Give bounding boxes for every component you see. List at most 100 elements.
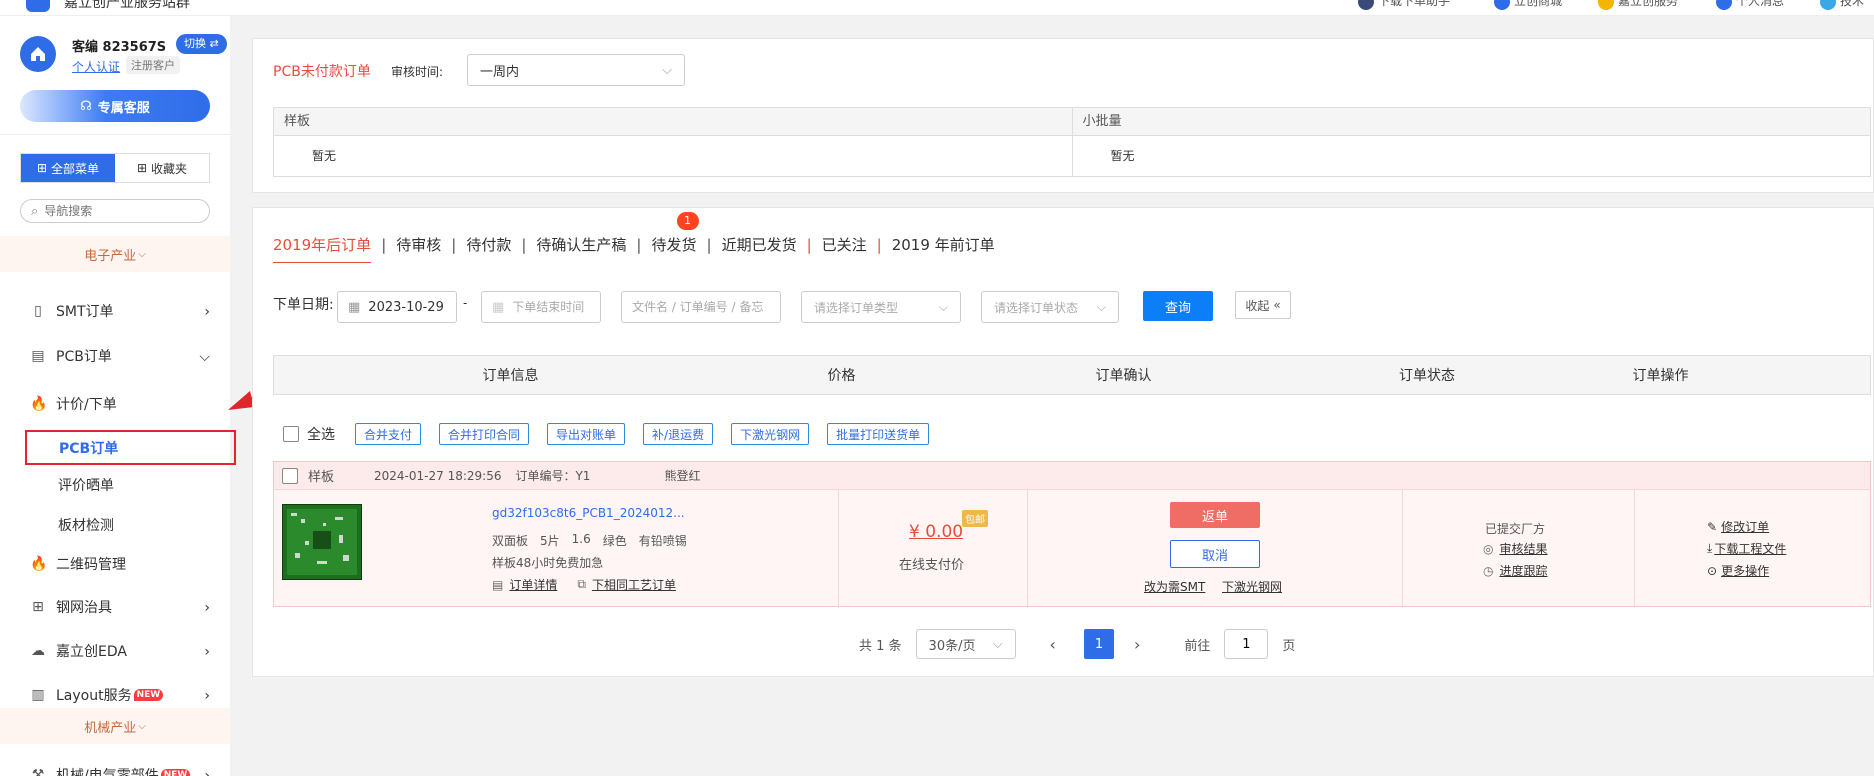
tab-before-2019[interactable]: 2019 年前订单 xyxy=(882,234,1005,255)
topnav-service[interactable]: 嘉立创服务 xyxy=(1598,0,1678,10)
edit-icon: ✎ xyxy=(1707,519,1718,534)
batch-print-delivery-button[interactable]: 批量打印送货单 xyxy=(827,423,930,445)
goto-page-input[interactable] xyxy=(1224,629,1269,659)
change-to-smt-link[interactable]: 改为需SMT xyxy=(1144,578,1205,595)
sidebar-item-layout[interactable]: ▥ Layout服务 NEW › xyxy=(0,678,230,712)
shipping-fee-button[interactable]: 补/退运费 xyxy=(643,423,714,445)
unpaid-orders-panel: PCB未付款订单 审核时间: 一周内 ⌵ 样板 暂无 小批量 暂无 xyxy=(252,38,1874,193)
cloud-icon: ☁ xyxy=(31,643,45,659)
nav-search-input[interactable] xyxy=(44,204,195,218)
more-operations-link[interactable]: 更多操作 xyxy=(1721,562,1769,579)
tab-pending-ship[interactable]: 待发货 1 xyxy=(641,212,706,255)
sidebar-item-pcb[interactable]: ▤ PCB订单 ⌵ xyxy=(0,339,230,373)
col-price: 价格 xyxy=(827,368,856,384)
tab-favorites[interactable]: ⊞ 收藏夹 xyxy=(115,154,209,182)
brand-logo-icon[interactable] xyxy=(26,0,50,12)
progress-tracking-link[interactable]: 进度跟踪 xyxy=(1499,562,1547,579)
sidebar-item-review[interactable]: 评价晒单 xyxy=(58,471,114,499)
keyword-field[interactable] xyxy=(621,291,781,323)
same-process-order-link[interactable]: 下相同工艺订单 xyxy=(592,576,676,593)
keyword-input[interactable] xyxy=(632,299,770,315)
audit-result-link[interactable]: 审核结果 xyxy=(1499,540,1547,557)
brand-name[interactable]: 嘉立创产业服务站群 xyxy=(64,0,190,12)
pending-ship-badge: 1 xyxy=(676,212,699,230)
order-type-select[interactable]: 请选择订单类型 ⌵ xyxy=(801,291,961,323)
start-date-input[interactable] xyxy=(368,299,446,315)
sidebar-item-stencil[interactable]: ⊞ 钢网治具 › xyxy=(0,590,230,624)
chevron-down-icon: ⌵ xyxy=(138,248,146,260)
tab-after-2019[interactable]: 2019年后订单 xyxy=(273,234,381,263)
sidebar-item-board-test[interactable]: 板材检测 xyxy=(58,511,114,539)
end-date-input[interactable] xyxy=(512,299,590,315)
start-date-field[interactable]: ▦ xyxy=(337,291,457,323)
order-row-body: gd32f103c8t6_PCB1_2024012... 双面板 5片 1.6 … xyxy=(274,490,1870,608)
mall-icon xyxy=(1494,0,1510,10)
laser-stencil-link[interactable]: 下激光钢网 xyxy=(1222,578,1282,595)
edit-order-row: ✎ 修改订单 xyxy=(1707,518,1769,535)
laser-stencil-button[interactable]: 下激光钢网 xyxy=(731,423,810,445)
total-count: 共 1 条 xyxy=(859,638,902,654)
sidebar-item-quote[interactable]: 🔥 计价/下单 xyxy=(30,390,117,418)
sidebar-item-eda[interactable]: ☁ 嘉立创EDA › xyxy=(0,634,230,668)
collapse-button[interactable]: 收起 « xyxy=(1235,291,1291,319)
order-status-select[interactable]: 请选择订单状态 ⌵ xyxy=(981,291,1119,323)
order-detail-link[interactable]: 订单详情 xyxy=(509,576,557,593)
industry-mechanical[interactable]: 机械产业 ⌵ xyxy=(0,708,230,744)
current-page-button[interactable]: 1 xyxy=(1083,629,1114,659)
pcb-thumbnail-icon[interactable] xyxy=(282,504,362,580)
sidebar-item-mech-parts[interactable]: ⚒ 机械/电气零部件 NEW › xyxy=(0,758,230,776)
merge-print-contract-button[interactable]: 合并打印合同 xyxy=(439,423,530,445)
home-icon xyxy=(31,47,45,61)
industry-electronics[interactable]: 电子产业 ⌵ xyxy=(0,236,230,272)
sidebar-item-smt[interactable]: ▯ SMT订单 › xyxy=(0,294,230,328)
review-time-select[interactable]: 一周内 ⌵ xyxy=(467,54,685,86)
avatar[interactable] xyxy=(20,36,56,72)
return-order-button[interactable]: 返单 xyxy=(1170,502,1260,528)
prev-page-icon[interactable]: ‹ xyxy=(1050,635,1056,654)
download-engineering-file-link[interactable]: 下载工程文件 xyxy=(1714,540,1786,557)
exclusive-service-button[interactable]: ☊ 专属客服 xyxy=(20,90,210,122)
order-number: 订单编号：Y1 xyxy=(515,469,591,483)
end-date-field[interactable]: ▦ xyxy=(481,291,601,323)
next-page-icon[interactable]: › xyxy=(1134,635,1140,654)
customer-id: 客编 823567S xyxy=(72,40,167,55)
operations-cell: ✎ 修改订单 ⤓ 下载工程文件 ⊙ 更多操作 xyxy=(1635,490,1870,608)
topnav-tech[interactable]: 技术 xyxy=(1820,0,1864,10)
unpaid-title: PCB未付款订单 xyxy=(273,64,371,80)
switch-account-button[interactable]: 切换 ⇄ xyxy=(176,34,227,54)
layout-icon: ▥ xyxy=(31,687,45,703)
select-all-checkbox[interactable] xyxy=(283,426,299,442)
chevron-down-icon: ⌵ xyxy=(992,636,1003,652)
export-statement-button[interactable]: 导出对账单 xyxy=(547,423,626,445)
tab-pending-confirm[interactable]: 待确认生产稿 xyxy=(526,234,636,255)
topnav-download[interactable]: 下载下单助手 xyxy=(1358,0,1450,10)
check-circle-icon: ◎ xyxy=(1483,541,1494,556)
nav-search: ⌕ xyxy=(20,199,210,223)
topnav-messages[interactable]: 个人消息 xyxy=(1716,0,1784,10)
topnav-mall[interactable]: 立创商城 xyxy=(1494,0,1562,10)
clock-icon: ◷ xyxy=(1483,563,1494,578)
cancel-order-button[interactable]: 取消 xyxy=(1170,540,1260,568)
tech-icon xyxy=(1820,0,1836,10)
tab-pending-pay[interactable]: 待付款 xyxy=(456,234,521,255)
edit-order-link[interactable]: 修改订单 xyxy=(1721,518,1769,535)
merge-pay-button[interactable]: 合并支付 xyxy=(355,423,422,445)
per-page-select[interactable]: 30条/页 ⌵ xyxy=(915,629,1016,659)
sidebar-item-pcb-order[interactable]: PCB订单 xyxy=(25,430,236,465)
page-unit: 页 xyxy=(1282,638,1296,654)
tab-all-menu[interactable]: ⊞ 全部菜单 xyxy=(21,154,115,182)
order-checkbox[interactable] xyxy=(282,467,298,484)
tab-followed[interactable]: 已关注 xyxy=(812,234,877,255)
divider xyxy=(0,134,230,135)
new-badge: NEW xyxy=(160,769,191,776)
order-price[interactable]: ¥ 0.00 xyxy=(909,522,963,542)
tab-recent-shipped[interactable]: 近期已发货 xyxy=(712,234,807,255)
tab-pending-review[interactable]: 待审核 xyxy=(386,234,451,255)
order-date-label: 下单日期: xyxy=(273,297,334,313)
order-time: 2024-01-27 18:29:56 xyxy=(374,468,502,483)
sidebar-item-qr[interactable]: 🔥 二维码管理 xyxy=(30,550,126,578)
orders-table-header: 订单信息 价格 订单确认 订单状态 订单操作 xyxy=(273,355,1871,395)
personal-verify-link[interactable]: 个人认证 xyxy=(72,58,120,75)
query-button[interactable]: 查询 xyxy=(1143,291,1213,321)
order-filename-link[interactable]: gd32f103c8t6_PCB1_2024012... xyxy=(492,506,685,520)
